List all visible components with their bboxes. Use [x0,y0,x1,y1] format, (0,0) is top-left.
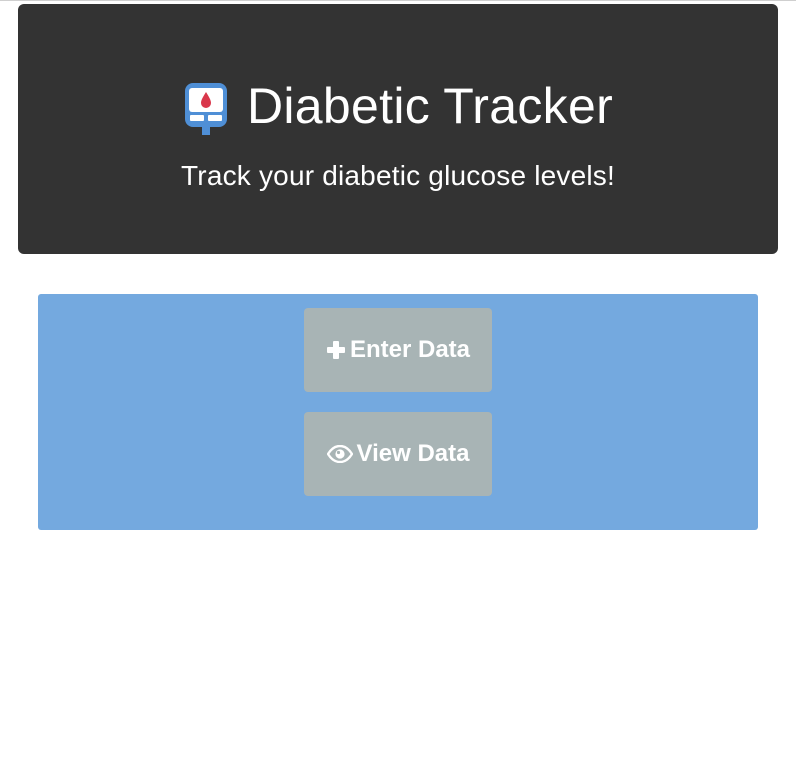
app-subtitle: Track your diabetic glucose levels! [181,160,615,191]
view-data-button[interactable]: View Data [304,412,492,496]
plus-icon [326,340,346,360]
app-title: Diabetic Tracker [246,78,614,134]
enter-data-label: Enter Data [349,336,471,363]
actions-panel: Enter Data View Data [38,294,758,530]
enter-data-button[interactable]: Enter Data [304,308,492,392]
header-banner: Diabetic Tracker Track your diabetic glu… [18,4,778,254]
eye-icon [326,445,353,463]
view-data-label: View Data [356,440,470,467]
glucose-meter-icon [184,83,227,135]
title-row: Diabetic Tracker [18,76,778,136]
